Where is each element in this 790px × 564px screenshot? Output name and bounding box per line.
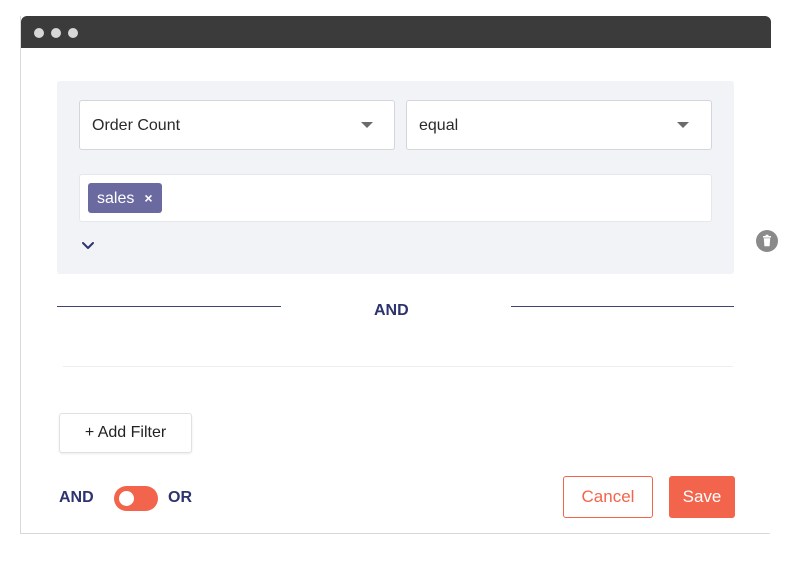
value-tag: sales × bbox=[88, 183, 162, 213]
cancel-button[interactable]: Cancel bbox=[563, 476, 653, 518]
operator-select[interactable]: equal bbox=[406, 100, 712, 150]
divider bbox=[63, 366, 733, 367]
chevron-down-icon[interactable] bbox=[81, 239, 95, 253]
operator-select-value: equal bbox=[419, 117, 459, 134]
window-minimize-dot[interactable] bbox=[51, 28, 61, 38]
trash-icon bbox=[763, 234, 771, 247]
save-button[interactable]: Save bbox=[669, 476, 735, 518]
window-titlebar bbox=[21, 16, 771, 48]
window-maximize-dot[interactable] bbox=[68, 28, 78, 38]
delete-filter-button[interactable] bbox=[756, 230, 778, 252]
caret-down-icon bbox=[677, 122, 689, 128]
close-icon[interactable]: × bbox=[144, 183, 152, 213]
field-select[interactable]: Order Count bbox=[79, 100, 395, 150]
field-select-value: Order Count bbox=[92, 117, 181, 134]
add-filter-button[interactable]: + Add Filter bbox=[59, 413, 192, 453]
logic-and-label: AND bbox=[59, 489, 94, 506]
value-tag-label: sales bbox=[97, 190, 135, 207]
separator-and-label: AND bbox=[374, 302, 409, 319]
separator-line-right bbox=[511, 306, 734, 307]
toggle-knob bbox=[119, 491, 134, 506]
and-or-toggle[interactable] bbox=[114, 486, 158, 511]
caret-down-icon bbox=[361, 122, 373, 128]
filter-row-panel: Order Count equal sales × bbox=[57, 81, 778, 274]
value-tags-input[interactable]: sales × bbox=[79, 174, 712, 222]
app-window: Order Count equal sales × AND + Add Filte… bbox=[20, 16, 778, 534]
window-close-dot[interactable] bbox=[34, 28, 44, 38]
separator-line-left bbox=[57, 306, 281, 307]
logic-or-label: OR bbox=[168, 489, 192, 506]
